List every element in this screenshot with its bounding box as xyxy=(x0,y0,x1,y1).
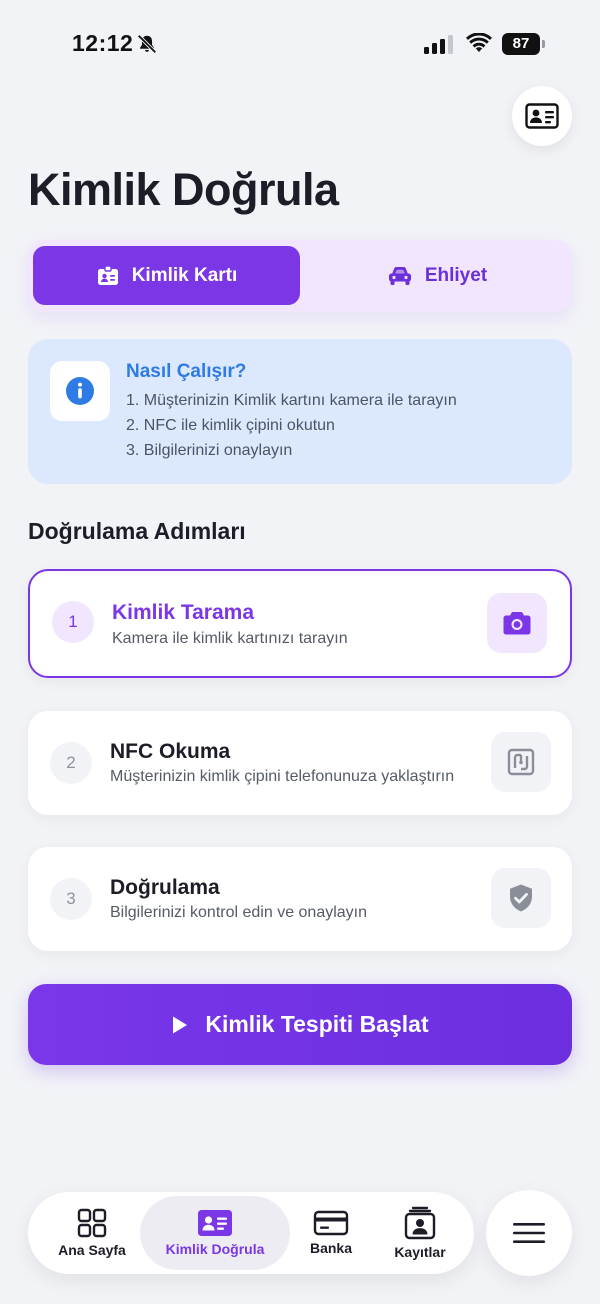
tab-id-card-label: Kimlik Kartı xyxy=(131,264,238,286)
info-icon xyxy=(66,377,94,405)
nfc-icon xyxy=(507,748,535,776)
menu-button[interactable] xyxy=(486,1190,572,1276)
grid-icon xyxy=(77,1208,107,1238)
step-description: Kamera ile kimlik kartınızı tarayın xyxy=(112,630,348,647)
step-card-verification[interactable]: 3 Doğrulama Bilgilerinizi kontrol edin v… xyxy=(28,847,572,951)
document-type-tabs: Kimlik Kartı Ehliyet xyxy=(28,240,572,312)
how-it-works-step-3: 3. Bilgilerinizi onaylayın xyxy=(126,442,293,459)
step-card-nfc[interactable]: 2 NFC Okuma Müşterinizin kimlik çipini t… xyxy=(28,711,572,815)
step-icon-box xyxy=(491,868,551,928)
car-icon xyxy=(388,266,411,285)
nav-item-identity[interactable]: Kimlik Doğrula xyxy=(140,1196,290,1270)
step-title: NFC Okuma xyxy=(110,740,231,763)
id-card-button[interactable] xyxy=(512,86,572,146)
tab-id-card[interactable]: Kimlik Kartı xyxy=(33,246,300,305)
bell-off-icon xyxy=(137,34,157,54)
nav-item-home-label: Ana Sayfa xyxy=(58,1242,126,1258)
how-it-works-card: Nasıl Çalışır? 1. Müşterinizin Kimlik ka… xyxy=(28,339,572,484)
step-title: Kimlik Tarama xyxy=(112,601,255,624)
step-icon-box xyxy=(487,593,547,653)
battery-level: 87 xyxy=(502,33,540,55)
info-icon-box xyxy=(50,361,110,421)
bottom-navigation: Ana Sayfa Kimlik Doğrula Banka Kayıtlar xyxy=(28,1192,474,1274)
step-number-badge: 3 xyxy=(50,878,92,920)
shield-check-icon xyxy=(510,884,532,912)
id-badge-icon xyxy=(97,264,118,285)
step-description: Müşterinizin kimlik çipini telefonunuza … xyxy=(110,768,455,785)
how-it-works-title: Nasıl Çalışır? xyxy=(126,361,247,382)
status-time: 12:12 xyxy=(72,30,134,56)
id-card-icon xyxy=(525,103,559,129)
menu-icon xyxy=(513,1223,545,1243)
battery-cap xyxy=(542,40,545,48)
step-description: Bilgilerinizi kontrol edin ve onaylayın xyxy=(110,904,368,921)
page-title: Kimlik Doğrula xyxy=(28,164,339,215)
step-number-badge: 2 xyxy=(50,742,92,784)
cellular-signal-icon xyxy=(424,35,453,54)
step-card-id-scan[interactable]: 1 Kimlik Tarama Kamera ile kimlik kartın… xyxy=(28,569,572,678)
nav-item-identity-label: Kimlik Doğrula xyxy=(165,1241,265,1257)
step-icon-box xyxy=(491,732,551,792)
tab-driver-license-label: Ehliyet xyxy=(424,264,488,286)
nav-item-records-label: Kayıtlar xyxy=(394,1244,446,1260)
how-it-works-step-2: 2. NFC ile kimlik çipini okutun xyxy=(126,417,335,434)
how-it-works-step-1: 1. Müşterinizin Kimlik kartını kamera il… xyxy=(126,392,457,409)
tab-driver-license[interactable]: Ehliyet xyxy=(306,246,568,305)
step-number-badge: 1 xyxy=(52,601,94,643)
nav-item-records[interactable]: Kayıtlar xyxy=(372,1196,468,1270)
nav-item-home[interactable]: Ana Sayfa xyxy=(44,1196,140,1270)
wifi-icon xyxy=(466,33,492,52)
camera-icon xyxy=(503,612,531,635)
play-icon xyxy=(173,1016,188,1033)
battery-indicator: 87 xyxy=(502,33,546,55)
start-verification-label: Kimlik Tespiti Başlat xyxy=(205,1011,429,1037)
id-card-icon xyxy=(198,1210,232,1236)
nav-item-bank[interactable]: Banka xyxy=(290,1196,372,1270)
step-title: Doğrulama xyxy=(110,876,220,899)
records-icon xyxy=(404,1206,436,1240)
steps-section-title: Doğrulama Adımları xyxy=(28,518,246,544)
status-bar: 12:12 87 xyxy=(0,0,600,90)
credit-card-icon xyxy=(313,1210,349,1236)
start-verification-button[interactable]: Kimlik Tespiti Başlat xyxy=(28,984,572,1065)
nav-item-bank-label: Banka xyxy=(309,1240,353,1256)
